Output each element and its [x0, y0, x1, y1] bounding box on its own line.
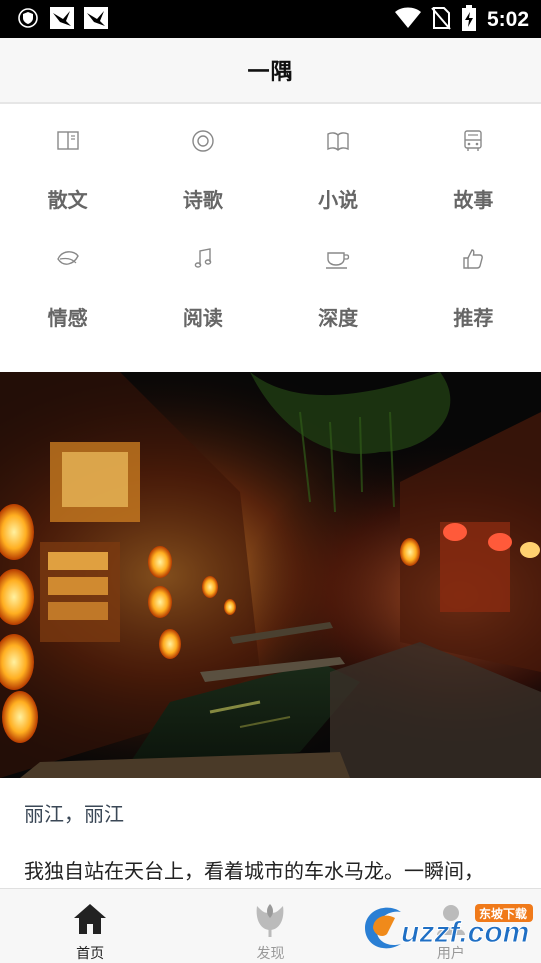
nav-home[interactable]: 首页 — [0, 889, 180, 963]
category-label: 推荐 — [453, 306, 494, 330]
nav-label: 首页 — [76, 946, 105, 962]
open-book-icon — [325, 128, 351, 154]
system-icons: 5:02 — [394, 5, 529, 35]
category-recommend[interactable]: 推荐 — [406, 242, 541, 360]
category-label: 情感 — [47, 306, 88, 330]
article-cover-image[interactable] — [0, 372, 541, 778]
book-icon — [55, 128, 81, 154]
bird-notification-icon — [84, 6, 108, 30]
thumbs-up-icon — [460, 246, 486, 272]
cup-icon — [325, 246, 351, 272]
watermark-subtext: 东坡下载 — [479, 906, 527, 921]
nav-label: 发现 — [256, 946, 285, 962]
article-excerpt[interactable]: 我独自站在天台上，看着城市的车水马龙。一瞬间， — [24, 855, 524, 884]
category-label: 诗歌 — [182, 188, 223, 212]
shield-icon — [16, 6, 40, 30]
category-label: 阅读 — [182, 306, 223, 330]
category-grid: 散文 诗歌 小说 故事 情感 阅读 深度 推荐 — [0, 106, 541, 372]
music-note-icon — [190, 246, 216, 272]
category-prose[interactable]: 散文 — [0, 124, 135, 242]
category-label: 散文 — [47, 188, 88, 212]
notification-icons — [16, 6, 108, 30]
bird-notification-icon — [50, 6, 74, 30]
category-novel[interactable]: 小说 — [271, 124, 406, 242]
bus-icon — [460, 128, 486, 154]
category-poetry[interactable]: 诗歌 — [135, 124, 270, 242]
category-label: 深度 — [318, 306, 359, 330]
app-bar: 一隅 — [0, 38, 541, 104]
category-depth[interactable]: 深度 — [271, 242, 406, 360]
category-row: 情感 阅读 深度 推荐 — [0, 242, 541, 360]
article-title[interactable]: 丽江，丽江 — [24, 798, 124, 827]
watermark-logo: uzzf.com 东坡下载 — [357, 898, 537, 954]
category-emotion[interactable]: 情感 — [0, 242, 135, 360]
category-reading[interactable]: 阅读 — [135, 242, 270, 360]
clock-time: 5:02 — [486, 8, 529, 31]
page-title: 一隅 — [247, 60, 294, 85]
category-label: 小说 — [318, 188, 359, 212]
category-row: 散文 诗歌 小说 故事 — [0, 124, 541, 242]
category-story[interactable]: 故事 — [406, 124, 541, 242]
nav-discover[interactable]: 发现 — [180, 889, 360, 963]
battery-charging-icon — [461, 5, 477, 35]
tulip-icon — [250, 899, 290, 939]
circle-icon — [190, 128, 216, 154]
no-sim-icon — [431, 6, 451, 34]
wifi-icon — [394, 7, 421, 33]
home-icon — [70, 899, 110, 939]
leaf-icon — [55, 246, 81, 272]
status-bar: 5:02 — [0, 0, 541, 38]
category-label: 故事 — [453, 188, 494, 212]
